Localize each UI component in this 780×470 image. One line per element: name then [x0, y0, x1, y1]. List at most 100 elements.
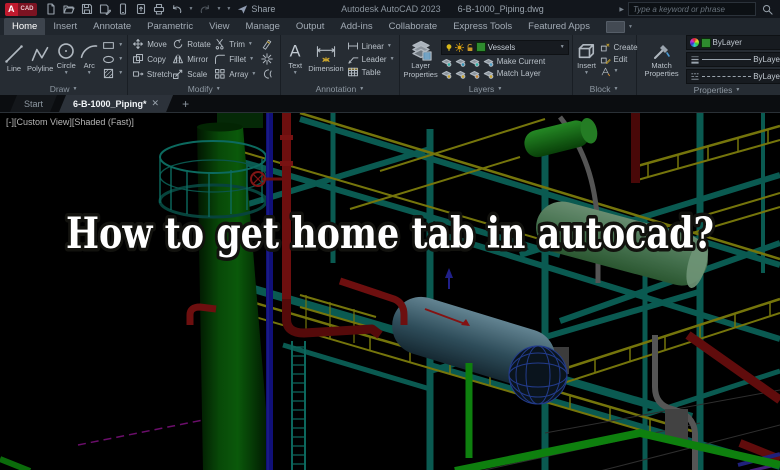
tab-add-ins[interactable]: Add-ins — [332, 18, 380, 35]
tab-home[interactable]: Home — [4, 18, 46, 35]
mirror-icon — [173, 54, 184, 64]
panel-draw: Line Polyline Circle ▼ Arc ▼ ▼ ▼ ▼ Draw … — [0, 35, 129, 95]
qat-customize-caret[interactable]: ▼ — [226, 6, 231, 12]
save-to-web-button[interactable] — [134, 2, 149, 16]
linetype-select[interactable]: ByLayer ▼ — [685, 69, 780, 84]
layer-properties-button[interactable]: Layer Properties — [404, 39, 438, 79]
ribbon-image-button[interactable]: ▼ — [605, 18, 634, 35]
edit-block-button[interactable]: Edit — [600, 54, 638, 65]
trim-tool[interactable]: Trim ▼ — [214, 38, 261, 50]
circle-tool[interactable]: Circle ▼ — [56, 41, 76, 77]
modify-panel-label[interactable]: Modify ▼ — [128, 83, 280, 95]
panel-properties: Match Properties ByLayer ▼ ByLayer ▼ — [637, 35, 780, 95]
plot-button[interactable] — [152, 2, 167, 16]
insert-block-icon — [578, 44, 594, 59]
annotation-panel-label[interactable]: Annotation ▼ — [281, 83, 398, 95]
table-tool[interactable]: Table — [347, 66, 395, 78]
copy-tool[interactable]: Copy — [132, 53, 172, 65]
arc-tool[interactable]: Arc ▼ — [79, 41, 99, 77]
dimension-tool[interactable]: Dimension — [308, 44, 344, 73]
layer-color-swatch — [475, 42, 486, 53]
new-file-button[interactable] — [44, 2, 59, 16]
tab-insert[interactable]: Insert — [45, 18, 85, 35]
drawing-tab[interactable]: 6-B-1000_Piping* ✕ — [59, 95, 173, 112]
linear-dimension-tool[interactable]: Linear ▼ — [347, 40, 395, 52]
draw-panel-label[interactable]: Draw ▼ — [0, 83, 127, 95]
table-icon — [347, 67, 358, 77]
move-icon — [133, 39, 144, 50]
dimension-icon — [316, 46, 336, 63]
line-tool[interactable]: Line — [4, 44, 24, 73]
copy-icon — [133, 54, 144, 64]
autocad-logo[interactable]: A CAD — [5, 2, 37, 16]
make-current-button[interactable]: Make Current — [497, 57, 545, 66]
lineweight-select[interactable]: ByLayer ▼ — [685, 52, 780, 67]
leader-tool[interactable]: Leader ▼ — [347, 53, 395, 65]
device-upload-icon — [136, 3, 146, 15]
tab-manage[interactable]: Manage — [238, 18, 288, 35]
close-tab-icon[interactable]: ✕ — [152, 98, 160, 109]
offset-tool[interactable] — [261, 68, 276, 80]
lineweight-value: ByLayer — [753, 55, 780, 64]
hatch-tool[interactable]: ▼ — [102, 67, 123, 80]
new-drawing-tab-button[interactable]: + — [175, 95, 196, 112]
array-icon — [215, 69, 225, 79]
object-color-select[interactable]: ByLayer ▼ — [685, 35, 780, 50]
tab-express-tools[interactable]: Express Tools — [445, 18, 520, 35]
match-properties-button[interactable]: Match Properties — [641, 41, 683, 79]
polyline-tool[interactable]: Polyline — [27, 44, 53, 73]
block-panel-label[interactable]: Block ▼ — [573, 83, 636, 95]
tab-featured-apps[interactable]: Featured Apps — [520, 18, 598, 35]
ellipse-tool[interactable]: ▼ — [102, 53, 123, 66]
drawing-viewport[interactable]: [-][Custom View][Shaded (Fast)] How to g… — [0, 112, 780, 470]
tab-collaborate[interactable]: Collaborate — [381, 18, 446, 35]
match-layer-button[interactable]: Match Layer — [497, 69, 541, 78]
tab-annotate[interactable]: Annotate — [85, 18, 139, 35]
scale-icon — [173, 69, 183, 80]
share-plane-icon — [238, 4, 248, 14]
lineweight-preview — [701, 59, 752, 60]
layer-tool-icon — [455, 70, 466, 79]
search-input[interactable] — [628, 2, 756, 16]
rotate-tool[interactable]: Rotate — [172, 38, 214, 50]
tab-view[interactable]: View — [201, 18, 237, 35]
lineweight-icon — [690, 56, 699, 64]
layers-panel-label[interactable]: Layers ▼ — [400, 83, 572, 95]
tab-parametric[interactable]: Parametric — [139, 18, 201, 35]
open-file-button[interactable] — [62, 2, 77, 16]
edit-block-icon — [600, 57, 611, 64]
start-tab[interactable]: Start — [10, 95, 57, 112]
create-block-button[interactable]: Create — [600, 42, 638, 53]
stretch-tool[interactable]: Stretch — [132, 68, 172, 80]
undo-flyout-caret[interactable]: ▼ — [189, 6, 194, 12]
rectangle-tool[interactable]: ▼ — [102, 39, 123, 52]
explode-tool[interactable] — [261, 53, 276, 65]
share-button[interactable]: Share — [237, 4, 275, 15]
redo-flyout-caret[interactable]: ▼ — [216, 6, 221, 12]
array-tool[interactable]: Array ▼ — [214, 68, 261, 80]
text-tool[interactable]: A Text ▼ — [285, 41, 305, 77]
erase-tool[interactable] — [261, 38, 276, 50]
redo-button[interactable] — [197, 2, 212, 16]
search-expand-icon[interactable]: ▶ — [619, 6, 624, 13]
image-thumb-icon — [605, 20, 625, 33]
save-button[interactable] — [80, 2, 95, 16]
arc-flyout-caret: ▼ — [86, 70, 92, 77]
tab-output[interactable]: Output — [288, 18, 333, 35]
layer-tool-icon — [441, 70, 452, 79]
search-button[interactable] — [760, 2, 775, 16]
ribbon: Line Polyline Circle ▼ Arc ▼ ▼ ▼ ▼ Draw … — [0, 35, 780, 95]
mirror-tool[interactable]: Mirror — [172, 53, 214, 65]
move-tool[interactable]: Move — [132, 38, 172, 50]
fillet-tool[interactable]: Fillet ▼ — [214, 53, 261, 65]
layer-select[interactable]: Vessels ▼ — [440, 39, 569, 55]
circle-icon — [58, 43, 75, 60]
arc-icon — [80, 45, 98, 59]
undo-button[interactable] — [170, 2, 185, 16]
scale-tool[interactable]: Scale — [172, 68, 214, 80]
open-from-web-button[interactable] — [116, 2, 131, 16]
save-as-button[interactable] — [98, 2, 113, 16]
properties-panel-label[interactable]: Properties ▼ — [637, 84, 780, 95]
insert-block-button[interactable]: Insert ▼ — [577, 41, 597, 77]
attribute-tool[interactable]: ▼ — [600, 66, 638, 77]
